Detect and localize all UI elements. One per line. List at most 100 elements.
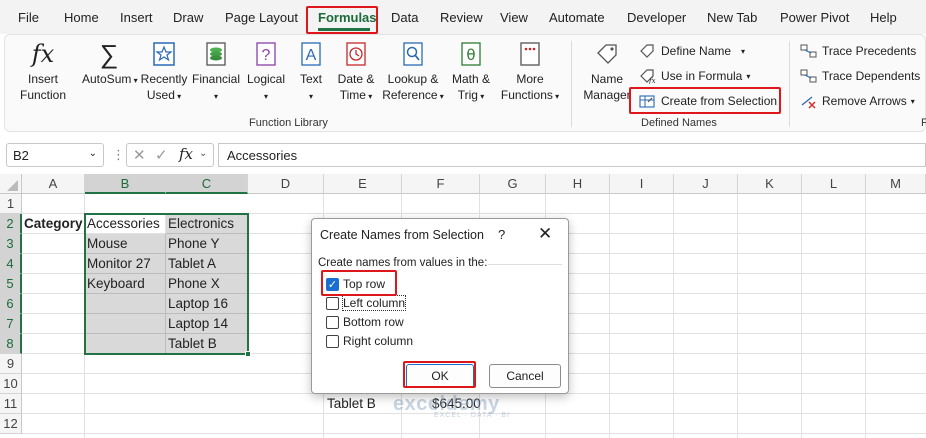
svg-text:fx: fx xyxy=(648,77,656,84)
column-header-j[interactable]: J xyxy=(674,174,738,194)
more-options-icon[interactable]: ⋮ xyxy=(112,147,125,163)
row-header-9[interactable]: 9 xyxy=(0,354,22,374)
cell-a2[interactable]: Category xyxy=(22,214,85,234)
tag-icon xyxy=(597,44,617,64)
date-time-label-1: Date & xyxy=(337,72,375,86)
insert-function-button[interactable]: fx Insert Function xyxy=(17,41,69,103)
tab-help[interactable]: Help xyxy=(870,10,897,25)
use-in-formula-button[interactable]: fx Use in Formula ▾ xyxy=(639,68,750,84)
trace-precedents-button[interactable]: Trace Precedents xyxy=(800,43,916,59)
selection-range-border xyxy=(84,213,249,355)
define-name-button[interactable]: Define Name ▾ xyxy=(639,43,745,59)
cell-e11[interactable]: Tablet B xyxy=(324,394,402,414)
column-header-c[interactable]: C xyxy=(166,174,248,194)
tab-review[interactable]: Review xyxy=(440,10,483,25)
formula-auditing-group-label: F xyxy=(921,117,926,129)
row-header-4[interactable]: 4 xyxy=(0,254,22,274)
row-header-2[interactable]: 2 xyxy=(0,214,22,234)
row-header-1[interactable]: 1 xyxy=(0,194,22,214)
trace-dependents-button[interactable]: Trace Dependents xyxy=(800,68,920,84)
enter-icon[interactable]: ✓ xyxy=(155,146,168,164)
clock-icon xyxy=(346,42,366,66)
select-all-corner[interactable] xyxy=(0,174,22,194)
row-header-5[interactable]: 5 xyxy=(0,274,22,294)
tab-file[interactable]: File xyxy=(18,10,39,25)
gridline xyxy=(673,194,674,438)
group-divider xyxy=(571,41,572,127)
column-header-k[interactable]: K xyxy=(738,174,802,194)
chevron-down-icon[interactable]: ⌄ xyxy=(89,148,97,159)
left-column-checkbox[interactable]: Left column xyxy=(326,295,407,311)
fx-chevron-icon[interactable]: ⌄ xyxy=(199,148,207,159)
watermark-tagline: EXCEL · DATA · BI xyxy=(434,412,510,419)
cancel-button[interactable]: Cancel xyxy=(489,364,561,388)
cancel-icon[interactable]: ✕ xyxy=(133,146,146,164)
row-header-11[interactable]: 11 xyxy=(0,394,22,414)
checkbox-box xyxy=(326,334,339,348)
insert-function-label-2: Function xyxy=(19,88,67,102)
more-functions-button[interactable]: More Functions ▾ xyxy=(499,41,561,105)
autosum-button[interactable]: ∑ AutoSum ▾ xyxy=(82,41,138,89)
insert-function-icon[interactable]: fx xyxy=(179,145,193,163)
more-functions-label-1: More xyxy=(516,72,544,86)
row-header-10[interactable]: 10 xyxy=(0,374,22,394)
tab-automate[interactable]: Automate xyxy=(549,10,605,25)
formula-input[interactable]: Accessories xyxy=(218,143,926,167)
financial-button[interactable]: Financial ▾ xyxy=(191,41,241,105)
column-header-i[interactable]: I xyxy=(610,174,674,194)
column-header-l[interactable]: L xyxy=(802,174,866,194)
tab-developer[interactable]: Developer xyxy=(627,10,686,25)
row-header-6[interactable]: 6 xyxy=(0,294,22,314)
row-header-12[interactable]: 12 xyxy=(0,414,22,434)
gridline xyxy=(801,194,802,438)
recently-used-button[interactable]: Recently Used ▾ xyxy=(140,41,188,105)
tab-new-tab[interactable]: New Tab xyxy=(707,10,757,25)
tab-home[interactable]: Home xyxy=(64,10,99,25)
tab-page-layout[interactable]: Page Layout xyxy=(225,10,298,25)
svg-text:?: ? xyxy=(262,47,271,64)
tag-pencil-icon xyxy=(640,44,654,58)
date-time-label-2: Time xyxy=(339,88,366,102)
bottom-row-checkbox[interactable]: Bottom row xyxy=(326,315,404,329)
column-header-f[interactable]: F xyxy=(402,174,480,194)
column-header-b[interactable]: B xyxy=(85,174,166,194)
help-icon[interactable]: ? xyxy=(498,227,505,242)
tab-data[interactable]: Data xyxy=(391,10,418,25)
ok-button-highlight xyxy=(403,361,476,388)
row-header-3[interactable]: 3 xyxy=(0,234,22,254)
date-time-button[interactable]: Date & Time ▾ xyxy=(333,41,379,105)
tab-insert[interactable]: Insert xyxy=(120,10,153,25)
remove-arrows-button[interactable]: Remove Arrows ▾ xyxy=(800,93,915,109)
divider xyxy=(488,264,562,265)
row-header-8[interactable]: 8 xyxy=(0,334,22,354)
text-functions-button[interactable]: A Text ▾ xyxy=(293,41,329,105)
lookup-reference-button[interactable]: Lookup & Reference ▾ xyxy=(382,41,444,105)
math-trig-button[interactable]: θ Math & Trig ▾ xyxy=(447,41,495,105)
tab-view[interactable]: View xyxy=(500,10,528,25)
column-header-d[interactable]: D xyxy=(248,174,324,194)
magnifier-icon xyxy=(403,42,423,66)
fill-handle[interactable] xyxy=(245,351,251,357)
gridline xyxy=(609,194,610,438)
column-header-g[interactable]: G xyxy=(480,174,546,194)
right-column-checkbox[interactable]: Right column xyxy=(326,334,413,348)
name-manager-label-2: Manager xyxy=(583,88,631,102)
define-name-label: Define Name xyxy=(661,44,732,58)
tab-draw[interactable]: Draw xyxy=(173,10,203,25)
column-header-e[interactable]: E xyxy=(324,174,402,194)
formulas-tab-highlight xyxy=(306,6,378,34)
column-header-h[interactable]: H xyxy=(546,174,610,194)
ribbon: fx Insert Function ∑ AutoSum ▾ Recently … xyxy=(4,34,926,132)
column-header-a[interactable]: A xyxy=(22,174,85,194)
name-box[interactable]: B2 ⌄ xyxy=(6,143,104,167)
logical-button[interactable]: ? Logical ▾ xyxy=(244,41,288,105)
svg-text:θ: θ xyxy=(466,46,475,64)
row-header-7[interactable]: 7 xyxy=(0,314,22,334)
close-icon[interactable]: ✕ xyxy=(538,224,552,244)
checkbox-box xyxy=(326,296,339,310)
more-functions-label-2: Functions xyxy=(500,88,553,102)
name-manager-button[interactable]: Name Manager xyxy=(581,41,633,103)
text-a-icon: A xyxy=(301,42,321,66)
tab-power-pivot[interactable]: Power Pivot xyxy=(780,10,849,25)
column-header-m[interactable]: M xyxy=(866,174,926,194)
